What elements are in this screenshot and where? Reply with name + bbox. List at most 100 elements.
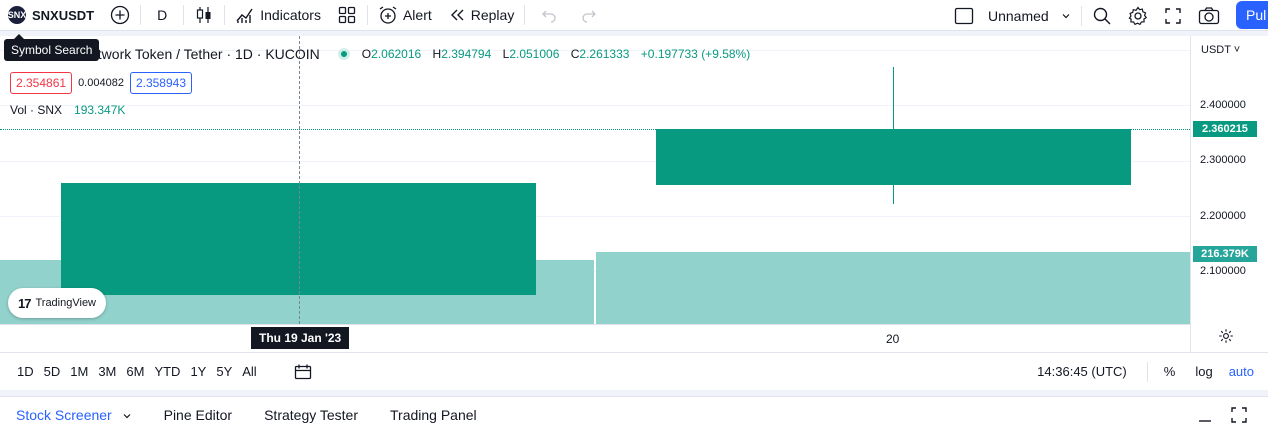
tradingview-logo[interactable]: 17 TradingView <box>8 288 107 318</box>
camera-icon <box>1198 6 1220 26</box>
chevron-down-icon <box>122 411 132 421</box>
compare-symbol-button[interactable] <box>102 0 138 31</box>
high-value: 2.394794 <box>441 47 492 61</box>
range-button-1y[interactable]: 1Y <box>185 364 211 379</box>
bottom-panel: Stock Screener Pine Editor Strategy Test… <box>0 396 1268 433</box>
range-button-3m[interactable]: 3M <box>93 364 121 379</box>
volume-label: Vol · SNX <box>10 103 63 117</box>
toolbar-divider <box>183 5 185 25</box>
tv-logo-icon: 17 <box>18 295 32 311</box>
symbol-search-tooltip: Symbol Search <box>4 34 100 61</box>
range-button-1m[interactable]: 1M <box>65 364 93 379</box>
tab-label: Stock Screener <box>16 407 112 423</box>
price-scale[interactable]: USDT ˅ 2.400000 2.300000 2.200000 2.1000… <box>1190 36 1268 352</box>
redo-icon <box>581 7 597 23</box>
last-volume-label: 216.379K <box>1193 246 1257 262</box>
range-buttons: 1D 5D 1M 3M 6M YTD 1Y 5Y All <box>12 364 262 379</box>
symbol-legend[interactable]: etwork Token / Tether · 1D · KUCOIN O2.0… <box>10 46 758 62</box>
tv-logo-text: TradingView <box>35 297 97 309</box>
search-button[interactable] <box>1084 0 1120 31</box>
tab-pine-editor[interactable]: Pine Editor <box>148 407 248 423</box>
layout-name-button[interactable]: Unnamed <box>946 0 1079 31</box>
undo-button[interactable] <box>527 0 571 31</box>
indicators-button[interactable]: Indicators <box>227 0 329 31</box>
publish-label: Pul <box>1246 7 1267 23</box>
range-button-ytd[interactable]: YTD <box>149 364 185 379</box>
range-button-5d[interactable]: 5D <box>39 364 66 379</box>
tab-strategy-tester[interactable]: Strategy Tester <box>248 407 374 423</box>
maximize-icon[interactable] <box>1230 406 1248 424</box>
alert-button[interactable]: Alert <box>370 0 440 31</box>
percent-toggle[interactable]: % <box>1148 364 1186 379</box>
replay-label: Replay <box>470 7 515 23</box>
range-button-all[interactable]: All <box>237 364 261 379</box>
range-button-5y[interactable]: 5Y <box>211 364 237 379</box>
gridline <box>0 105 1190 106</box>
toolbar-divider <box>524 5 526 25</box>
volume-legend[interactable]: Vol · SNX 193.347K <box>10 103 125 117</box>
price-tick: 2.400000 <box>1200 99 1246 111</box>
grid-icon <box>337 5 357 25</box>
ohlc-values: O2.062016 H2.394794 L2.051006 C2.261333 … <box>362 47 758 61</box>
snapshot-button[interactable] <box>1190 0 1228 31</box>
alarm-clock-icon <box>378 5 398 25</box>
open-label: O <box>361 47 372 61</box>
price-tick: 2.200000 <box>1200 210 1246 222</box>
layout-name: Unnamed <box>988 7 1049 24</box>
minimize-icon[interactable] <box>1198 409 1212 423</box>
square-icon <box>954 6 974 26</box>
change-value: +0.197733 (+9.58%) <box>640 47 751 61</box>
toolbar-divider <box>224 5 226 25</box>
low-value: 2.051006 <box>509 47 560 61</box>
symbol-search-button[interactable]: SNX SNXUSDT <box>0 0 102 31</box>
log-toggle[interactable]: log <box>1185 364 1222 379</box>
tab-stock-screener[interactable]: Stock Screener <box>0 407 148 423</box>
range-bar-right: 14:36:45 (UTC) % log auto <box>1037 361 1268 382</box>
bid-ask-legend: 2.354861 0.004082 2.358943 <box>10 72 193 94</box>
currency-selector[interactable]: USDT ˅ <box>1201 44 1240 56</box>
range-button-1d[interactable]: 1D <box>12 364 39 379</box>
chart-type-button[interactable] <box>186 0 222 31</box>
search-icon <box>1092 6 1112 26</box>
spread-value: 0.004082 <box>78 77 124 89</box>
crosshair-vertical <box>299 36 300 324</box>
indicators-icon <box>235 5 255 25</box>
alert-label: Alert <box>402 7 432 23</box>
volume-bar <box>596 252 1190 324</box>
last-price-line <box>0 129 1190 130</box>
redo-button[interactable] <box>571 0 607 31</box>
auto-toggle[interactable]: auto <box>1223 364 1268 379</box>
templates-button[interactable] <box>329 0 365 31</box>
plot-area[interactable]: etwork Token / Tether · 1D · KUCOIN O2.0… <box>0 36 1190 324</box>
indicators-label: Indicators <box>260 7 321 23</box>
interval-label: D <box>157 7 168 23</box>
open-value: 2.062016 <box>371 47 422 61</box>
fullscreen-icon <box>1164 7 1182 25</box>
chart-pane[interactable]: etwork Token / Tether · 1D · KUCOIN O2.0… <box>0 36 1268 352</box>
market-status-icon <box>337 48 350 60</box>
high-label: H <box>432 47 442 61</box>
currency-label: USDT <box>1201 44 1231 56</box>
sell-button[interactable]: 2.354861 <box>10 72 73 94</box>
clock[interactable]: 14:36:45 (UTC) <box>1037 364 1127 379</box>
range-bar: 1D 5D 1M 3M 6M YTD 1Y 5Y All 14:36:45 (UTC) % lo… <box>0 352 1268 390</box>
price-tick: 2.100000 <box>1200 265 1246 277</box>
time-axis[interactable]: 20 Thu 19 Jan '23 <box>0 324 1190 352</box>
buy-button[interactable]: 2.358943 <box>129 72 193 94</box>
replay-button[interactable]: Replay <box>440 0 523 31</box>
rewind-icon <box>448 6 466 24</box>
range-button-6m[interactable]: 6M <box>121 364 149 379</box>
tab-trading-panel[interactable]: Trading Panel <box>374 407 493 423</box>
undo-icon <box>541 7 557 23</box>
volume-value: 193.347K <box>74 103 126 117</box>
scale-settings-icon[interactable] <box>1218 328 1234 344</box>
top-toolbar: SNX SNXUSDT D Indicators Alert Replay Un… <box>0 0 1268 31</box>
fullscreen-button[interactable] <box>1156 0 1190 31</box>
date-range-icon[interactable] <box>294 363 312 381</box>
interval-button[interactable]: D <box>143 0 181 31</box>
publish-button[interactable]: Pul <box>1236 1 1268 29</box>
settings-button[interactable] <box>1120 0 1156 31</box>
last-price-label: 2.360215 <box>1193 121 1257 137</box>
candle-body[interactable] <box>656 129 1131 185</box>
crosshair-time-label: Thu 19 Jan '23 <box>251 327 350 349</box>
